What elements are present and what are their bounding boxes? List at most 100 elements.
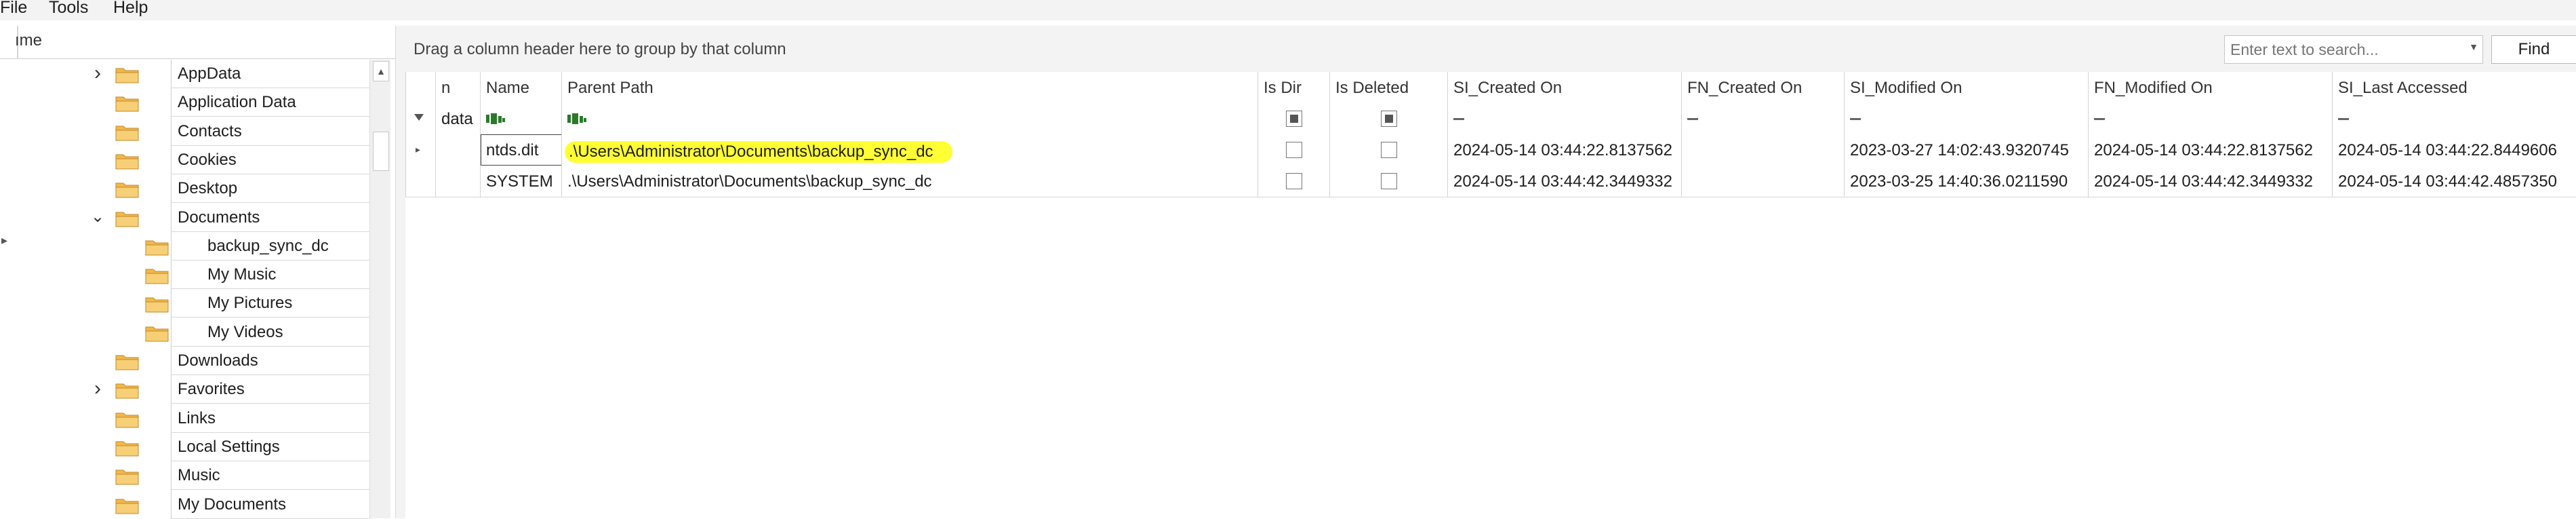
tree-item[interactable]: ⌄ Documents: [0, 204, 369, 232]
folder-icon: [145, 267, 169, 284]
folder-icon: [115, 94, 140, 112]
cell-si-modified[interactable]: 2023-03-25 14:40:36.0211590: [1844, 166, 2089, 197]
filter-cell[interactable]: [1844, 103, 2089, 134]
column-header[interactable]: Is Dir: [1257, 72, 1330, 103]
menu-tools[interactable]: Tools: [49, 0, 88, 18]
column-header-label: n: [441, 79, 451, 97]
table-row[interactable]: ▸ ntds.dit .\Users\Administrator\Documents…: [405, 134, 2576, 166]
column-header-label: FN_Modified On: [2094, 79, 2213, 97]
row-indicator-cell[interactable]: ▸: [405, 134, 436, 166]
tree-item-label: Music: [178, 466, 220, 485]
tree-item[interactable]: › Favorites: [0, 375, 369, 404]
column-header-label: Is Deleted: [1335, 79, 1409, 97]
menu-file[interactable]: File: [0, 0, 27, 18]
tree-collapse-marker-icon[interactable]: ▸: [1, 233, 7, 248]
tree-item[interactable]: My Music: [0, 261, 369, 290]
folder-icon: [115, 497, 140, 514]
folder-icon: [115, 381, 140, 399]
cell-si-last-accessed[interactable]: 2024-05-14 03:44:22.8449606: [2332, 134, 2576, 166]
filter-cell[interactable]: [1447, 103, 1682, 134]
cell-n[interactable]: [435, 134, 481, 166]
is-dir-checkbox[interactable]: [1286, 142, 1302, 158]
scroll-thumb[interactable]: [373, 132, 389, 171]
cell-n[interactable]: [435, 166, 481, 197]
tree-item[interactable]: Application Data: [0, 88, 369, 117]
filter-cell[interactable]: [2088, 103, 2333, 134]
filter-cell[interactable]: [1329, 103, 1448, 134]
tree-item[interactable]: My Documents: [0, 491, 369, 519]
cell-fn-created[interactable]: [1681, 166, 1845, 197]
column-header[interactable]: FN_Created On: [1681, 72, 1845, 103]
cell-parent-path[interactable]: .\Users\Administrator\Documents\backup_s…: [561, 166, 1258, 197]
tree-item[interactable]: Music: [0, 461, 369, 491]
column-header[interactable]: SI_Created On: [1447, 72, 1682, 103]
folder-icon: [115, 353, 140, 370]
cell-si-modified[interactable]: 2023-03-27 14:02:43.9320745: [1844, 134, 2089, 166]
row-indicator-cell[interactable]: [405, 166, 436, 197]
filter-funnel-icon: [414, 114, 424, 121]
tree-item[interactable]: › AppData: [0, 60, 369, 88]
is-deleted-checkbox[interactable]: [1381, 173, 1397, 189]
column-header[interactable]: Parent Path: [561, 72, 1258, 103]
tree-item[interactable]: Cookies: [0, 146, 369, 174]
cell-si-last-accessed[interactable]: 2024-05-14 03:44:42.4857350: [2332, 166, 2576, 197]
scroll-up-arrow-icon[interactable]: ▲: [373, 61, 389, 81]
cell-is-deleted[interactable]: [1329, 166, 1448, 197]
tree-item[interactable]: Downloads: [0, 347, 369, 375]
fn-modified-value: 2024-05-14 03:44:22.8137562: [2094, 141, 2313, 159]
checkbox-filter[interactable]: [1286, 111, 1302, 127]
cell-is-deleted[interactable]: [1329, 134, 1448, 166]
column-header[interactable]: Is Deleted: [1329, 72, 1448, 103]
tree-item-label: backup_sync_dc: [207, 236, 329, 255]
cell-fn-created[interactable]: [1681, 134, 1845, 166]
tree-item[interactable]: Links: [0, 404, 369, 433]
search-input[interactable]: [2229, 37, 2455, 62]
filter-indicator-cell[interactable]: [405, 103, 436, 134]
tree-item[interactable]: My Pictures: [0, 289, 369, 318]
search-dropdown-icon[interactable]: ▼: [2469, 41, 2478, 52]
menu-help[interactable]: Help: [113, 0, 148, 18]
column-header[interactable]: SI_Modified On: [1844, 72, 2089, 103]
collapse-chevron-icon[interactable]: ⌄: [91, 208, 104, 225]
cell-is-dir[interactable]: [1257, 166, 1330, 197]
is-deleted-checkbox[interactable]: [1381, 142, 1397, 158]
table-row[interactable]: SYSTEM .\Users\Administrator\Documents\ba…: [405, 166, 2576, 197]
cell-fn-modified[interactable]: 2024-05-14 03:44:22.8137562: [2088, 134, 2333, 166]
cell-fn-modified[interactable]: 2024-05-14 03:44:42.3449332: [2088, 166, 2333, 197]
filter-cell[interactable]: [1257, 103, 1330, 134]
filter-cell[interactable]: [2332, 103, 2576, 134]
cell-is-dir[interactable]: [1257, 134, 1330, 166]
tree-item[interactable]: backup_sync_dc: [0, 232, 369, 261]
expand-chevron-icon[interactable]: ›: [91, 63, 104, 83]
checkbox-filter[interactable]: [1381, 111, 1397, 127]
cell-si-created[interactable]: 2024-05-14 03:44:42.3449332: [1447, 166, 1682, 197]
cell-name[interactable]: ntds.dit: [480, 134, 562, 166]
column-header[interactable]: Name: [480, 72, 562, 103]
tree-item[interactable]: My Videos: [0, 318, 369, 347]
column-header[interactable]: n: [435, 72, 481, 103]
filter-cell[interactable]: [480, 103, 562, 134]
filter-cell[interactable]: [561, 103, 1258, 134]
tree-item[interactable]: Desktop: [0, 174, 369, 204]
tree-item[interactable]: Local Settings: [0, 433, 369, 461]
folder-icon: [115, 180, 140, 198]
search-box[interactable]: ▼: [2224, 35, 2483, 64]
cell-name[interactable]: SYSTEM: [480, 166, 562, 197]
filter-cell[interactable]: [1681, 103, 1845, 134]
folder-icon: [145, 324, 169, 342]
folder-icon: [115, 66, 140, 83]
expand-chevron-icon[interactable]: ›: [91, 379, 104, 399]
find-button[interactable]: Find: [2491, 35, 2576, 64]
header-indicator-cell: [405, 72, 436, 103]
tree-item[interactable]: Contacts: [0, 117, 369, 146]
filter-cell[interactable]: data: [435, 103, 481, 134]
column-header[interactable]: SI_Last Accessed: [2332, 72, 2576, 103]
column-header[interactable]: FN_Modified On: [2088, 72, 2333, 103]
is-dir-checkbox[interactable]: [1286, 173, 1302, 189]
cell-si-created[interactable]: 2024-05-14 03:44:22.8137562: [1447, 134, 1682, 166]
cell-parent-path[interactable]: .\Users\Administrator\Documents\backup_s…: [561, 134, 1258, 166]
tree-header: ıme: [0, 26, 395, 59]
tree-scrollbar[interactable]: ▲: [369, 60, 390, 518]
column-header-label: Is Dir: [1264, 79, 1302, 97]
folder-icon: [115, 410, 140, 428]
